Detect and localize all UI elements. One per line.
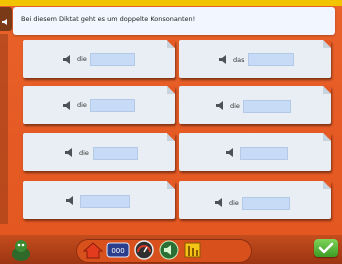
article-label: die bbox=[77, 101, 87, 109]
word-card-4: die bbox=[179, 86, 331, 124]
article-label: die bbox=[229, 199, 239, 207]
word-card-5: die bbox=[23, 133, 175, 171]
instruction-banner: Bei diesem Diktat geht es um doppelte Ko… bbox=[13, 7, 335, 35]
word-card-8: die bbox=[179, 181, 331, 219]
word-card-3: die bbox=[23, 86, 175, 124]
speaker-icon[interactable] bbox=[65, 148, 75, 157]
speaker-icon[interactable] bbox=[66, 196, 76, 205]
speaker-icon bbox=[2, 19, 7, 25]
left-shadow bbox=[0, 34, 8, 224]
speaker-icon[interactable] bbox=[63, 55, 73, 64]
answer-input[interactable] bbox=[243, 100, 291, 113]
speaker-icon[interactable] bbox=[158, 240, 180, 260]
speaker-icon[interactable] bbox=[226, 148, 236, 157]
answer-input[interactable] bbox=[240, 147, 288, 160]
character-icon bbox=[12, 240, 30, 261]
checkmark-icon bbox=[318, 242, 334, 254]
word-card-6 bbox=[179, 133, 331, 171]
gauge-icon[interactable] bbox=[133, 240, 155, 260]
check-button[interactable] bbox=[314, 239, 338, 257]
home-icon[interactable] bbox=[82, 241, 104, 259]
article-label: das bbox=[233, 56, 245, 64]
word-card-2: das bbox=[179, 40, 331, 78]
book-icon[interactable] bbox=[182, 240, 204, 260]
svg-text:000: 000 bbox=[111, 247, 124, 255]
answer-input[interactable] bbox=[90, 99, 135, 112]
word-card-7 bbox=[23, 181, 175, 219]
instruction-audio-tab[interactable] bbox=[0, 7, 12, 31]
article-label: die bbox=[77, 55, 87, 63]
answer-input[interactable] bbox=[80, 195, 130, 208]
word-card-1: die bbox=[23, 40, 175, 78]
speaker-icon[interactable] bbox=[63, 101, 73, 110]
article-label: die bbox=[79, 149, 89, 157]
answer-input[interactable] bbox=[93, 147, 138, 160]
instruction-text: Bei diesem Diktat geht es um doppelte Ko… bbox=[21, 15, 196, 23]
game-screen: Bei diesem Diktat geht es um doppelte Ko… bbox=[0, 0, 342, 264]
speaker-icon[interactable] bbox=[215, 198, 225, 207]
speaker-icon[interactable] bbox=[216, 101, 226, 110]
speaker-icon[interactable] bbox=[219, 55, 229, 64]
top-strip bbox=[0, 0, 342, 6]
keyboard-icon[interactable]: 000 bbox=[106, 241, 130, 259]
article-label: die bbox=[230, 102, 240, 110]
answer-input[interactable] bbox=[248, 53, 294, 66]
answer-input[interactable] bbox=[242, 197, 290, 210]
answer-input[interactable] bbox=[90, 53, 135, 66]
